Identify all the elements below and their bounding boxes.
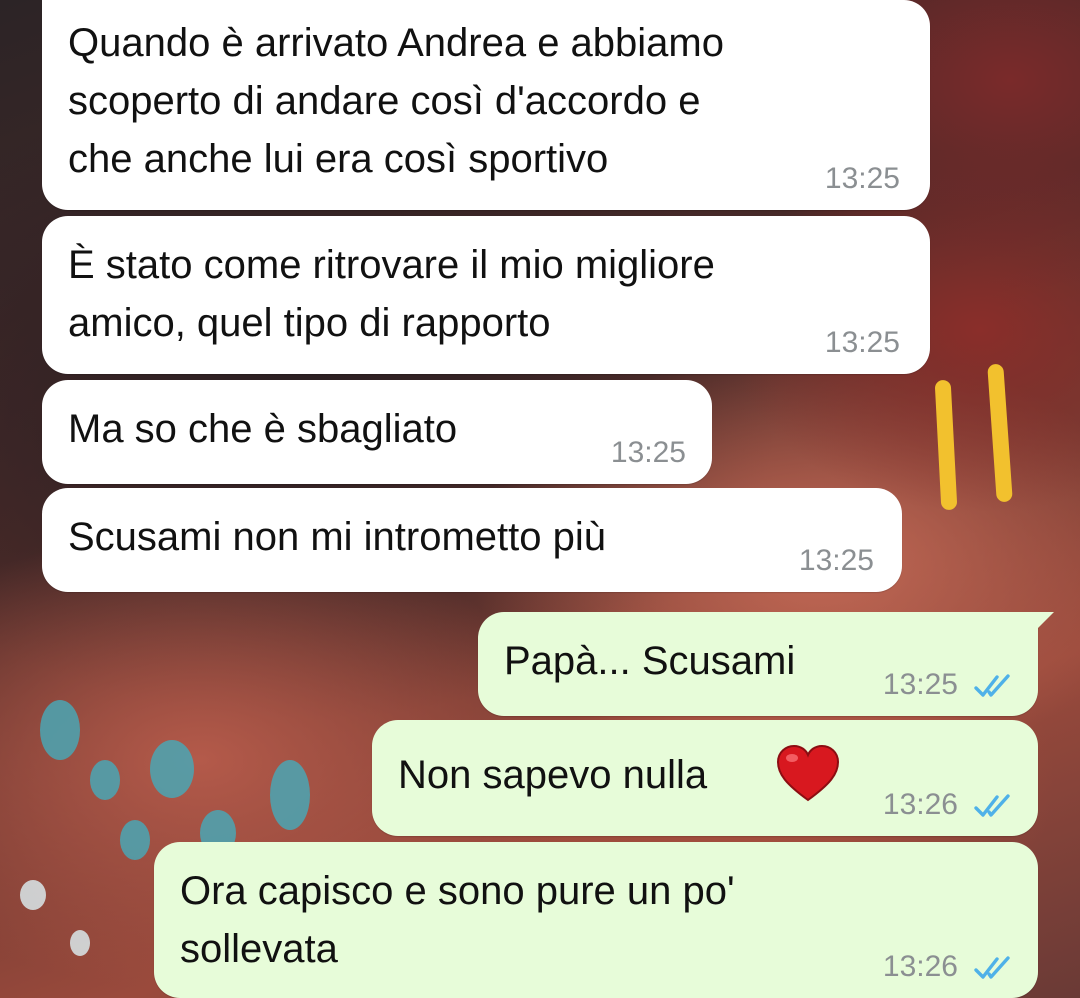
message-timestamp: 13:26 xyxy=(882,950,958,983)
read-receipt-icon xyxy=(974,674,1010,697)
message-text: Papà... Scusami xyxy=(504,639,796,683)
yellow-mark xyxy=(987,363,1013,503)
message-bubble-incoming[interactable]: Quando è arrivato Andrea e abbiamo scope… xyxy=(42,0,930,210)
message-timestamp: 13:25 xyxy=(610,436,686,469)
message-bubble-incoming[interactable]: Ma so che è sbagliato 13:25 xyxy=(42,380,712,484)
message-bubble-outgoing[interactable]: Non sapevo nulla 13:26 xyxy=(372,720,1038,836)
message-timestamp: 13:25 xyxy=(824,326,900,359)
message-bubble-incoming[interactable]: Scusami non mi intrometto più 13:25 xyxy=(42,488,902,592)
message-text: Quando è arrivato Andrea e abbiamo scope… xyxy=(68,21,724,181)
message-text: È stato come ritrovare il mio migliore a… xyxy=(68,243,715,345)
message-text: Non sapevo nulla xyxy=(398,753,708,797)
read-receipt-icon xyxy=(974,956,1010,979)
bubble-tail xyxy=(1024,612,1054,636)
message-text: Scusami non mi intrometto più xyxy=(68,515,607,559)
message-timestamp: 13:25 xyxy=(882,668,958,701)
message-timestamp: 13:26 xyxy=(882,788,958,821)
yellow-mark xyxy=(934,379,958,511)
read-receipt-icon xyxy=(974,794,1010,817)
message-bubble-outgoing[interactable]: Ora capisco e sono pure un po' sollevata… xyxy=(154,842,1038,998)
message-timestamp: 13:25 xyxy=(824,162,900,195)
message-text: Ora capisco e sono pure un po' sollevata xyxy=(180,869,735,971)
message-text: Ma so che è sbagliato xyxy=(68,407,458,451)
message-bubble-outgoing[interactable]: Papà... Scusami 13:25 xyxy=(478,612,1054,716)
message-bubble-incoming[interactable]: È stato come ritrovare il mio migliore a… xyxy=(42,216,930,374)
message-timestamp: 13:25 xyxy=(798,544,874,577)
red-heart-emoji xyxy=(776,744,840,802)
